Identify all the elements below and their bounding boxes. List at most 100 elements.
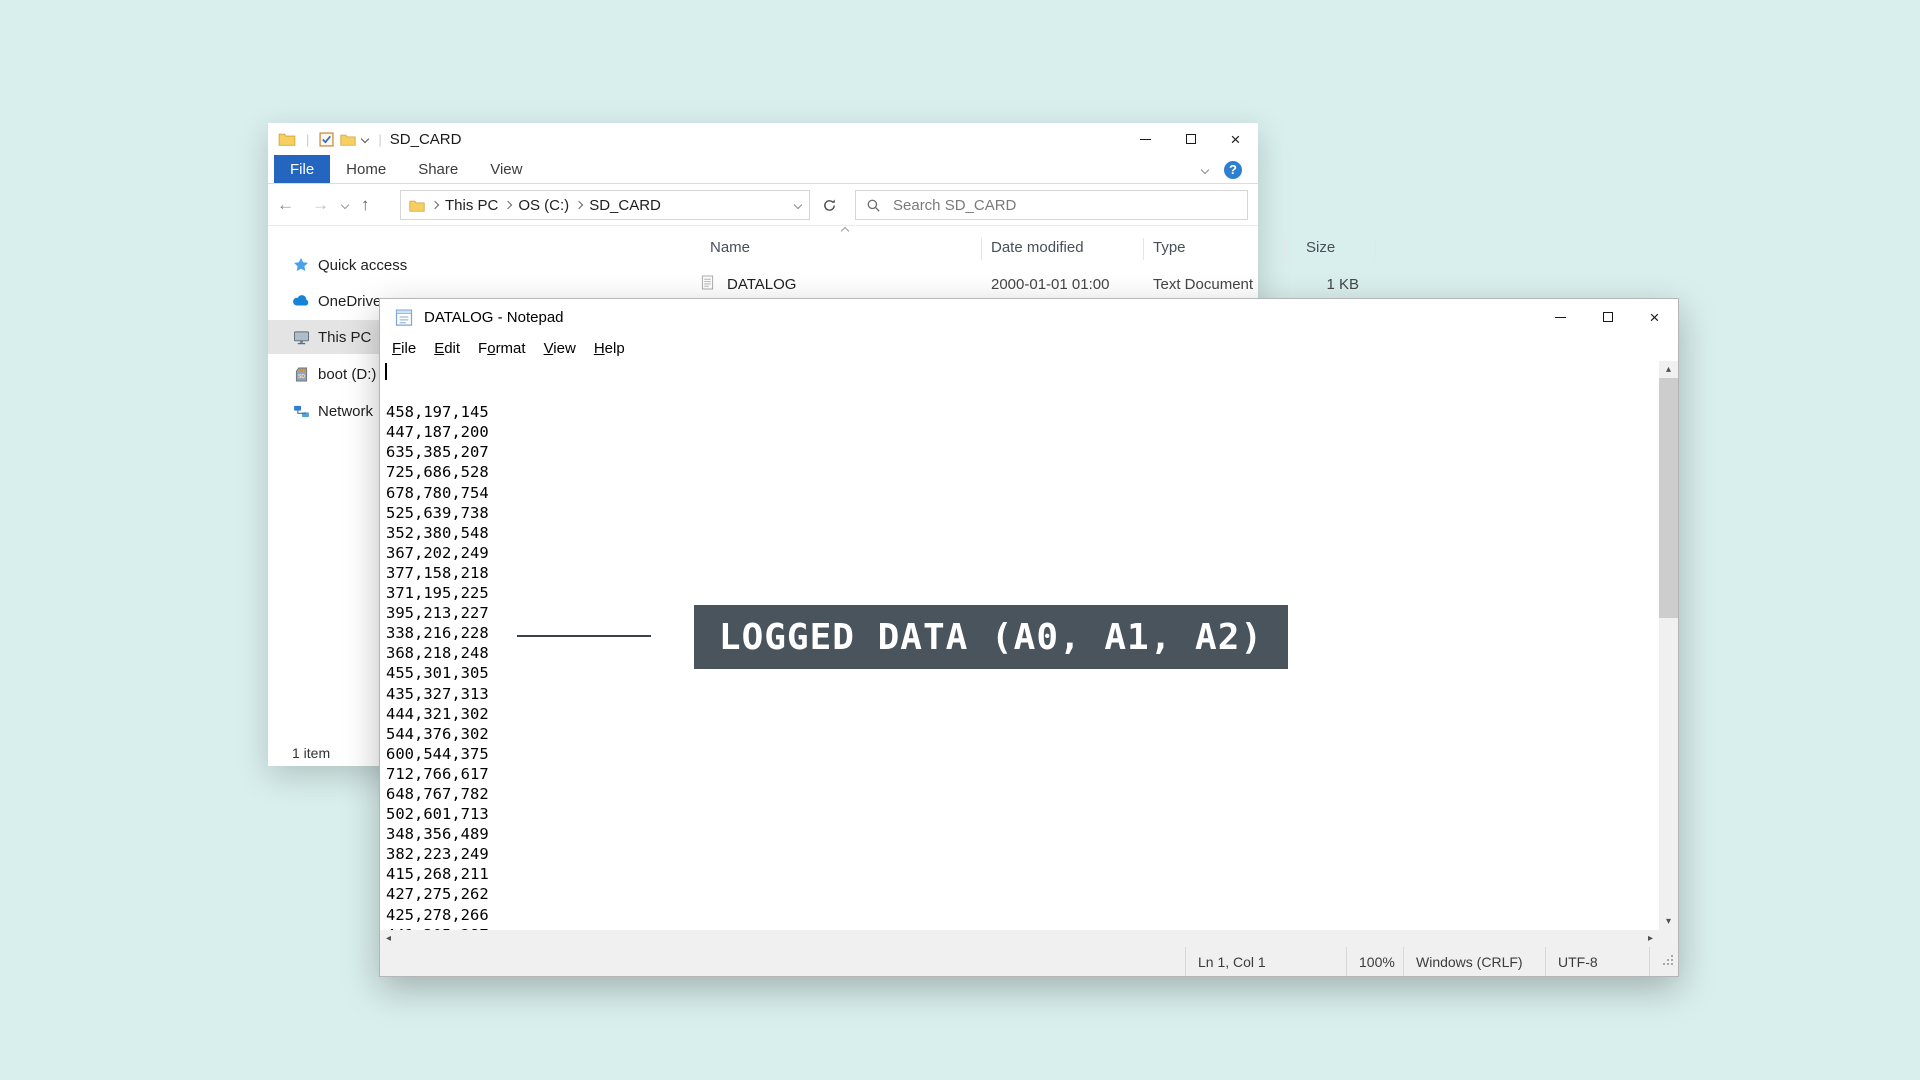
column-header-type[interactable]: Type (1153, 239, 1186, 256)
text-document-icon (701, 275, 714, 294)
text-line: 435,327,313 (386, 684, 1659, 704)
text-line: 427,275,262 (386, 884, 1659, 904)
scroll-right-icon[interactable]: ▸ (1642, 930, 1659, 947)
column-divider[interactable] (1143, 238, 1144, 260)
status-encoding: UTF-8 (1545, 947, 1649, 976)
text-line: 544,376,302 (386, 724, 1659, 744)
text-line: 444,321,302 (386, 704, 1659, 724)
qat-customize-icon[interactable] (361, 135, 369, 143)
status-cursor-position: Ln 1, Col 1 (1185, 947, 1346, 976)
resize-grip[interactable] (1649, 947, 1678, 976)
explorer-status-bar: 1 item (268, 740, 330, 766)
forward-button[interactable]: → (303, 195, 338, 215)
text-line: 525,639,738 (386, 503, 1659, 523)
scrollbar-thumb[interactable] (1659, 378, 1678, 618)
explorer-titlebar[interactable]: | | SD_CARD × (268, 123, 1258, 155)
text-line: 458,197,145 (386, 402, 1659, 422)
tab-file[interactable]: File (274, 155, 330, 183)
close-icon: × (1650, 309, 1660, 326)
close-button[interactable]: × (1213, 123, 1258, 155)
text-line: 382,223,249 (386, 844, 1659, 864)
minimize-button[interactable] (1537, 299, 1584, 335)
search-input[interactable] (891, 196, 1237, 215)
file-name: DATALOG (727, 276, 796, 293)
text-line: 371,195,225 (386, 583, 1659, 603)
divider: | (302, 132, 313, 147)
address-bar[interactable]: This PC OS (C:) SD_CARD (400, 190, 810, 220)
menu-format[interactable]: Format (469, 340, 535, 357)
column-divider[interactable] (1375, 238, 1376, 260)
breadcrumb-os-c[interactable]: OS (C:) (518, 197, 569, 214)
text-line: 348,356,489 (386, 824, 1659, 844)
text-line: 425,278,266 (386, 905, 1659, 925)
notepad-status-bar: Ln 1, Col 1 100% Windows (CRLF) UTF-8 (380, 947, 1678, 976)
close-button[interactable]: × (1631, 299, 1678, 335)
vertical-scrollbar[interactable]: ▴ ▾ (1659, 361, 1678, 930)
text-line: 367,202,249 (386, 543, 1659, 563)
text-line: 635,385,207 (386, 442, 1659, 462)
scroll-down-icon[interactable]: ▾ (1659, 913, 1678, 930)
close-icon: × (1231, 131, 1241, 148)
properties-check-icon[interactable] (319, 132, 334, 147)
text-line: 725,686,528 (386, 462, 1659, 482)
maximize-button[interactable] (1584, 299, 1631, 335)
new-folder-icon[interactable] (340, 133, 356, 146)
text-caret (385, 363, 387, 380)
scroll-left-icon[interactable]: ◂ (380, 930, 397, 947)
text-line: 648,767,782 (386, 784, 1659, 804)
monitor-icon (292, 330, 310, 345)
crumb-separator-icon (431, 201, 439, 209)
menu-help[interactable]: Help (585, 340, 634, 357)
menu-file[interactable]: File (383, 340, 425, 357)
maximize-icon (1186, 134, 1196, 144)
breadcrumb-this-pc[interactable]: This PC (445, 197, 498, 214)
text-line: 502,601,713 (386, 804, 1659, 824)
column-header-size[interactable]: Size (1306, 239, 1335, 256)
scroll-up-icon[interactable]: ▴ (1659, 361, 1678, 378)
status-zoom-level: 100% (1346, 947, 1403, 976)
file-row-datalog[interactable]: DATALOG 2000-01-01 01:00 Text Document 1… (484, 271, 1258, 299)
notepad-menubar: File Edit Format View Help (383, 335, 1678, 361)
tab-share[interactable]: Share (402, 155, 474, 183)
item-count: 1 item (292, 745, 330, 761)
back-button[interactable]: ← (268, 195, 303, 215)
address-dropdown-icon[interactable] (794, 201, 802, 209)
text-line: 377,158,218 (386, 563, 1659, 583)
search-box[interactable] (855, 190, 1248, 220)
column-header-date-modified[interactable]: Date modified (991, 239, 1084, 256)
status-line-ending: Windows (CRLF) (1403, 947, 1545, 976)
menu-view[interactable]: View (535, 340, 585, 357)
text-line: 712,766,617 (386, 764, 1659, 784)
notepad-icon (394, 307, 414, 327)
horizontal-scrollbar[interactable]: ◂ ▸ (380, 930, 1659, 947)
column-divider[interactable] (1284, 238, 1285, 260)
refresh-icon (822, 198, 837, 213)
tab-view[interactable]: View (474, 155, 538, 183)
minimize-icon (1140, 139, 1151, 140)
scrollbar-corner (1659, 930, 1678, 947)
file-date-modified: 2000-01-01 01:00 (991, 276, 1109, 293)
maximize-button[interactable] (1168, 123, 1213, 155)
minimize-button[interactable] (1123, 123, 1168, 155)
explorer-window-title: SD_CARD (390, 131, 462, 148)
text-line: 352,380,548 (386, 523, 1659, 543)
file-type: Text Document (1153, 276, 1253, 293)
notepad-titlebar[interactable]: DATALOG - Notepad × (380, 299, 1678, 335)
text-line: 600,544,375 (386, 744, 1659, 764)
breadcrumb-sd-card[interactable]: SD_CARD (589, 197, 661, 214)
svg-text:SD: SD (297, 374, 304, 380)
minimize-ribbon-icon[interactable] (1201, 165, 1209, 173)
sd-card-icon: SD (292, 367, 310, 382)
text-line: 678,780,754 (386, 483, 1659, 503)
sidebar-item-quick-access[interactable]: Quick access (268, 248, 484, 282)
tab-home[interactable]: Home (330, 155, 402, 183)
recent-locations-icon[interactable] (341, 200, 349, 208)
column-divider[interactable] (981, 238, 982, 260)
up-button[interactable]: ↑ (352, 195, 379, 215)
column-header-name[interactable]: Name (710, 239, 750, 256)
annotation-pointer-line (517, 635, 651, 637)
text-line: 447,187,200 (386, 422, 1659, 442)
menu-edit[interactable]: Edit (425, 340, 469, 357)
refresh-button[interactable] (814, 190, 844, 220)
help-icon[interactable]: ? (1224, 161, 1242, 179)
